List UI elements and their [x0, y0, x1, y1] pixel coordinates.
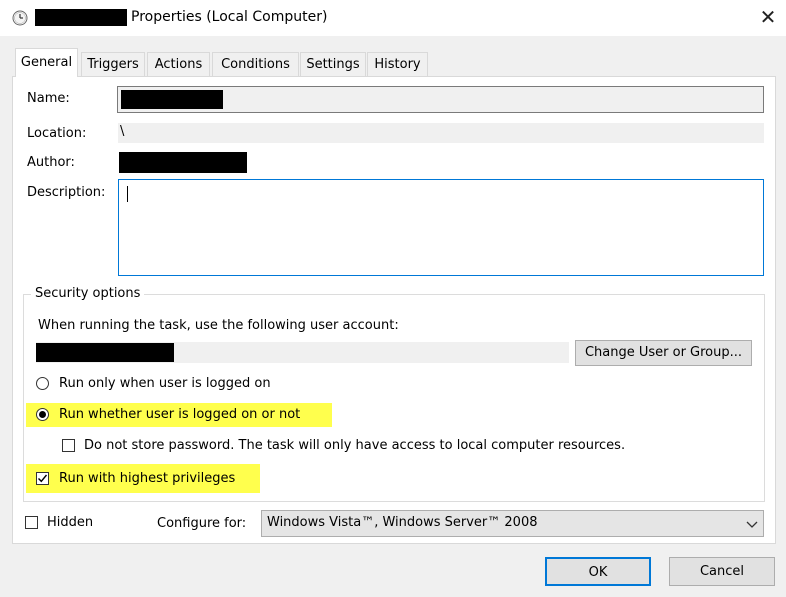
do-not-store-password-checkbox[interactable] — [62, 439, 75, 452]
location-value: \ — [120, 124, 125, 139]
highest-privileges-checkbox[interactable] — [36, 472, 49, 485]
highest-privileges-label[interactable]: Run with highest privileges — [59, 471, 235, 486]
hidden-label[interactable]: Hidden — [47, 515, 93, 530]
redacted-task-name — [35, 9, 127, 26]
tab-settings[interactable]: Settings — [300, 52, 366, 76]
location-field — [118, 123, 764, 143]
configure-for-label: Configure for: — [157, 516, 247, 531]
redacted-user-account — [36, 343, 174, 362]
checkmark-icon — [38, 474, 48, 483]
security-options-title: Security options — [31, 286, 145, 301]
name-label: Name: — [27, 91, 70, 106]
radio-logged-on-label[interactable]: Run only when user is logged on — [59, 376, 271, 391]
redacted-author — [119, 152, 247, 173]
change-user-button[interactable]: Change User or Group... — [575, 340, 752, 366]
tab-history[interactable]: History — [367, 52, 428, 76]
radio-selected-dot — [39, 411, 46, 418]
author-label: Author: — [27, 155, 75, 170]
tab-triggers[interactable]: Triggers — [81, 52, 145, 76]
do-not-store-password-label[interactable]: Do not store password. The task will onl… — [84, 438, 625, 453]
description-label: Description: — [27, 185, 106, 200]
cancel-button[interactable]: Cancel — [669, 557, 775, 586]
hidden-checkbox[interactable] — [25, 516, 38, 529]
clock-icon — [12, 10, 28, 26]
chevron-down-icon[interactable] — [745, 517, 759, 531]
location-label: Location: — [27, 126, 87, 141]
close-icon[interactable]: ✕ — [755, 5, 781, 29]
description-input[interactable] — [118, 179, 764, 276]
tab-actions[interactable]: Actions — [147, 52, 210, 76]
tab-general[interactable]: General — [15, 48, 78, 77]
radio-logged-on[interactable] — [36, 377, 49, 390]
window-title: Properties (Local Computer) — [131, 9, 328, 25]
user-account-prompt: When running the task, use the following… — [38, 318, 399, 333]
text-caret — [127, 186, 128, 202]
ok-button[interactable]: OK — [545, 557, 651, 586]
radio-whether-logged-on[interactable] — [36, 408, 49, 421]
radio-whether-logged-on-label[interactable]: Run whether user is logged on or not — [59, 407, 300, 422]
redacted-name — [121, 90, 223, 109]
configure-for-value[interactable]: Windows Vista™, Windows Server™ 2008 — [267, 515, 538, 530]
tab-conditions[interactable]: Conditions — [212, 52, 299, 76]
